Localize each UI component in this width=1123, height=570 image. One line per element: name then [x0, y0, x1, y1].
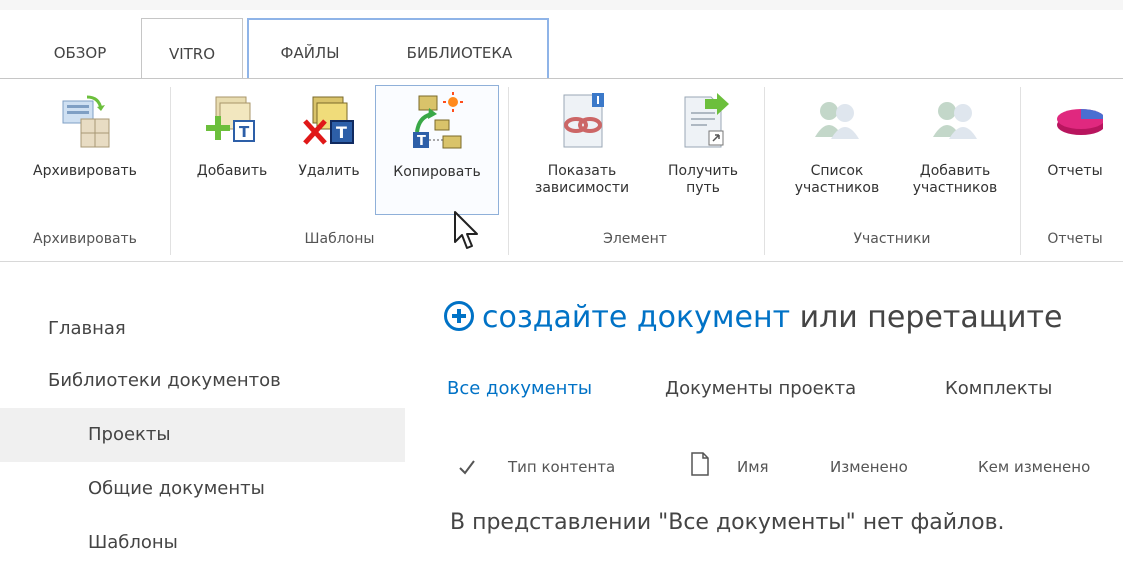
members-list-label-line1: Список	[810, 163, 864, 179]
show-dependencies-label-line2: зависимости	[534, 180, 630, 196]
add-members-label-line1: Добавить	[919, 163, 991, 179]
column-content-type[interactable]: Тип контента	[508, 458, 615, 476]
sharepoint-window: ОБЗОР VITRO ФАЙЛЫ БИБЛИОТЕКА Архивироват…	[0, 0, 1123, 556]
add-circle-icon[interactable]	[444, 301, 474, 331]
show-dependencies-label: Показать зависимости	[516, 163, 648, 197]
reports-button[interactable]: Отчеты	[1030, 85, 1120, 213]
show-dependencies-label-line1: Показать	[547, 163, 617, 179]
dependencies-icon	[563, 93, 604, 148]
members-icon	[815, 102, 859, 139]
column-name[interactable]: Имя	[737, 458, 769, 476]
view-project-documents[interactable]: Документы проекта	[665, 378, 856, 399]
get-path-label-line2: путь	[686, 180, 720, 196]
group-label-archive: Архивировать	[33, 231, 137, 247]
nav-home[interactable]: Главная	[0, 302, 405, 356]
create-document-rest: или перетащите	[790, 300, 1063, 335]
file-icon	[691, 452, 709, 476]
add-members-icon	[933, 102, 977, 139]
view-sets[interactable]: Комплекты	[945, 378, 1052, 399]
create-document-prompt: создайте документ или перетащите	[444, 300, 1062, 335]
ribbon-separator	[170, 87, 171, 255]
ribbon-separator	[508, 87, 509, 255]
delete-template-button-label: Удалить	[298, 163, 360, 179]
copy-template-button[interactable]: T Копировать	[375, 85, 499, 215]
empty-view-message: В представлении "Все документы" нет файл…	[450, 510, 1005, 535]
get-path-label: Получить путь	[652, 163, 754, 197]
reports-pie-icon	[1057, 109, 1103, 135]
add-template-icon: T	[206, 96, 255, 142]
svg-text:T: T	[239, 123, 250, 141]
add-members-button[interactable]: Добавить участников	[900, 85, 1010, 213]
nav-document-libraries[interactable]: Библиотеки документов	[0, 354, 405, 408]
svg-text:T: T	[417, 134, 426, 149]
ribbon-separator	[764, 87, 765, 255]
create-document-link[interactable]: создайте документ	[482, 300, 790, 335]
group-label-templates: Шаблоны	[304, 231, 375, 247]
members-list-label: Список участников	[774, 163, 900, 197]
ribbon-separator	[1020, 87, 1021, 255]
show-dependencies-button[interactable]: Показать зависимости	[516, 85, 648, 213]
members-list-label-line2: участников	[794, 180, 880, 196]
add-members-label-line2: участников	[912, 180, 998, 196]
library-tools-context-group	[247, 18, 549, 78]
ribbon-tab-bar: ОБЗОР VITRO ФАЙЛЫ БИБЛИОТЕКА	[0, 18, 1123, 79]
nav-projects[interactable]: Проекты	[0, 408, 405, 462]
mouse-cursor-icon	[454, 211, 478, 249]
group-label-members: Участники	[853, 231, 931, 247]
reports-button-label: Отчеты	[1047, 163, 1103, 179]
archive-button-label: Архивировать	[33, 163, 137, 179]
group-label-element: Элемент	[603, 231, 667, 247]
delete-template-icon: T	[303, 96, 354, 145]
delete-template-button[interactable]: T Удалить	[286, 85, 372, 213]
archive-icon	[62, 95, 110, 148]
members-list-button[interactable]: Список участников	[774, 85, 900, 213]
column-modified-by[interactable]: Кем изменено	[978, 458, 1090, 476]
column-modified[interactable]: Изменено	[830, 458, 908, 476]
copy-template-button-label: Копировать	[393, 164, 481, 180]
window-top-strip	[0, 0, 1123, 10]
nav-templates[interactable]: Шаблоны	[0, 516, 405, 570]
archive-button[interactable]: Архивировать	[8, 85, 162, 213]
add-template-button-label: Добавить	[196, 163, 268, 179]
ribbon-panel: Архивировать Архивировать T Добавить T У…	[0, 78, 1123, 262]
add-members-label: Добавить участников	[900, 163, 1010, 197]
get-path-icon	[684, 93, 729, 148]
tab-vitro[interactable]: VITRO	[141, 18, 243, 79]
copy-template-icon: T	[413, 92, 463, 149]
get-path-label-line1: Получить	[667, 163, 739, 179]
get-path-button[interactable]: Получить путь	[652, 85, 754, 213]
nav-shared-documents[interactable]: Общие документы	[0, 462, 405, 516]
check-icon[interactable]	[458, 458, 476, 476]
tab-overview[interactable]: ОБЗОР	[30, 18, 130, 76]
svg-text:T: T	[336, 123, 347, 142]
view-all-documents[interactable]: Все документы	[447, 378, 592, 399]
add-template-button[interactable]: T Добавить	[182, 85, 282, 213]
group-label-reports: Отчеты	[1047, 231, 1103, 247]
